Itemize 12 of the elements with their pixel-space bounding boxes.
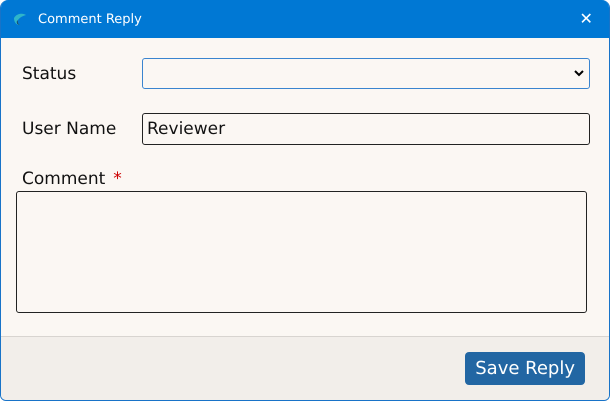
save-reply-button[interactable]: Save Reply — [465, 352, 585, 385]
field-label: Status — [22, 64, 78, 84]
field-label: User Name — [22, 119, 118, 139]
field-label: Comment — [22, 169, 106, 189]
status-dropdown[interactable] — [142, 58, 590, 89]
user-name-field[interactable]: Reviewer — [142, 113, 590, 145]
chevron-down-icon — [574, 70, 584, 77]
window-title: Comment Reply — [38, 12, 143, 26]
close-button[interactable]: ✕ — [563, 0, 609, 38]
required-mark: * — [113, 169, 122, 189]
fish-icon — [12, 11, 28, 27]
comment-field[interactable] — [16, 191, 587, 313]
